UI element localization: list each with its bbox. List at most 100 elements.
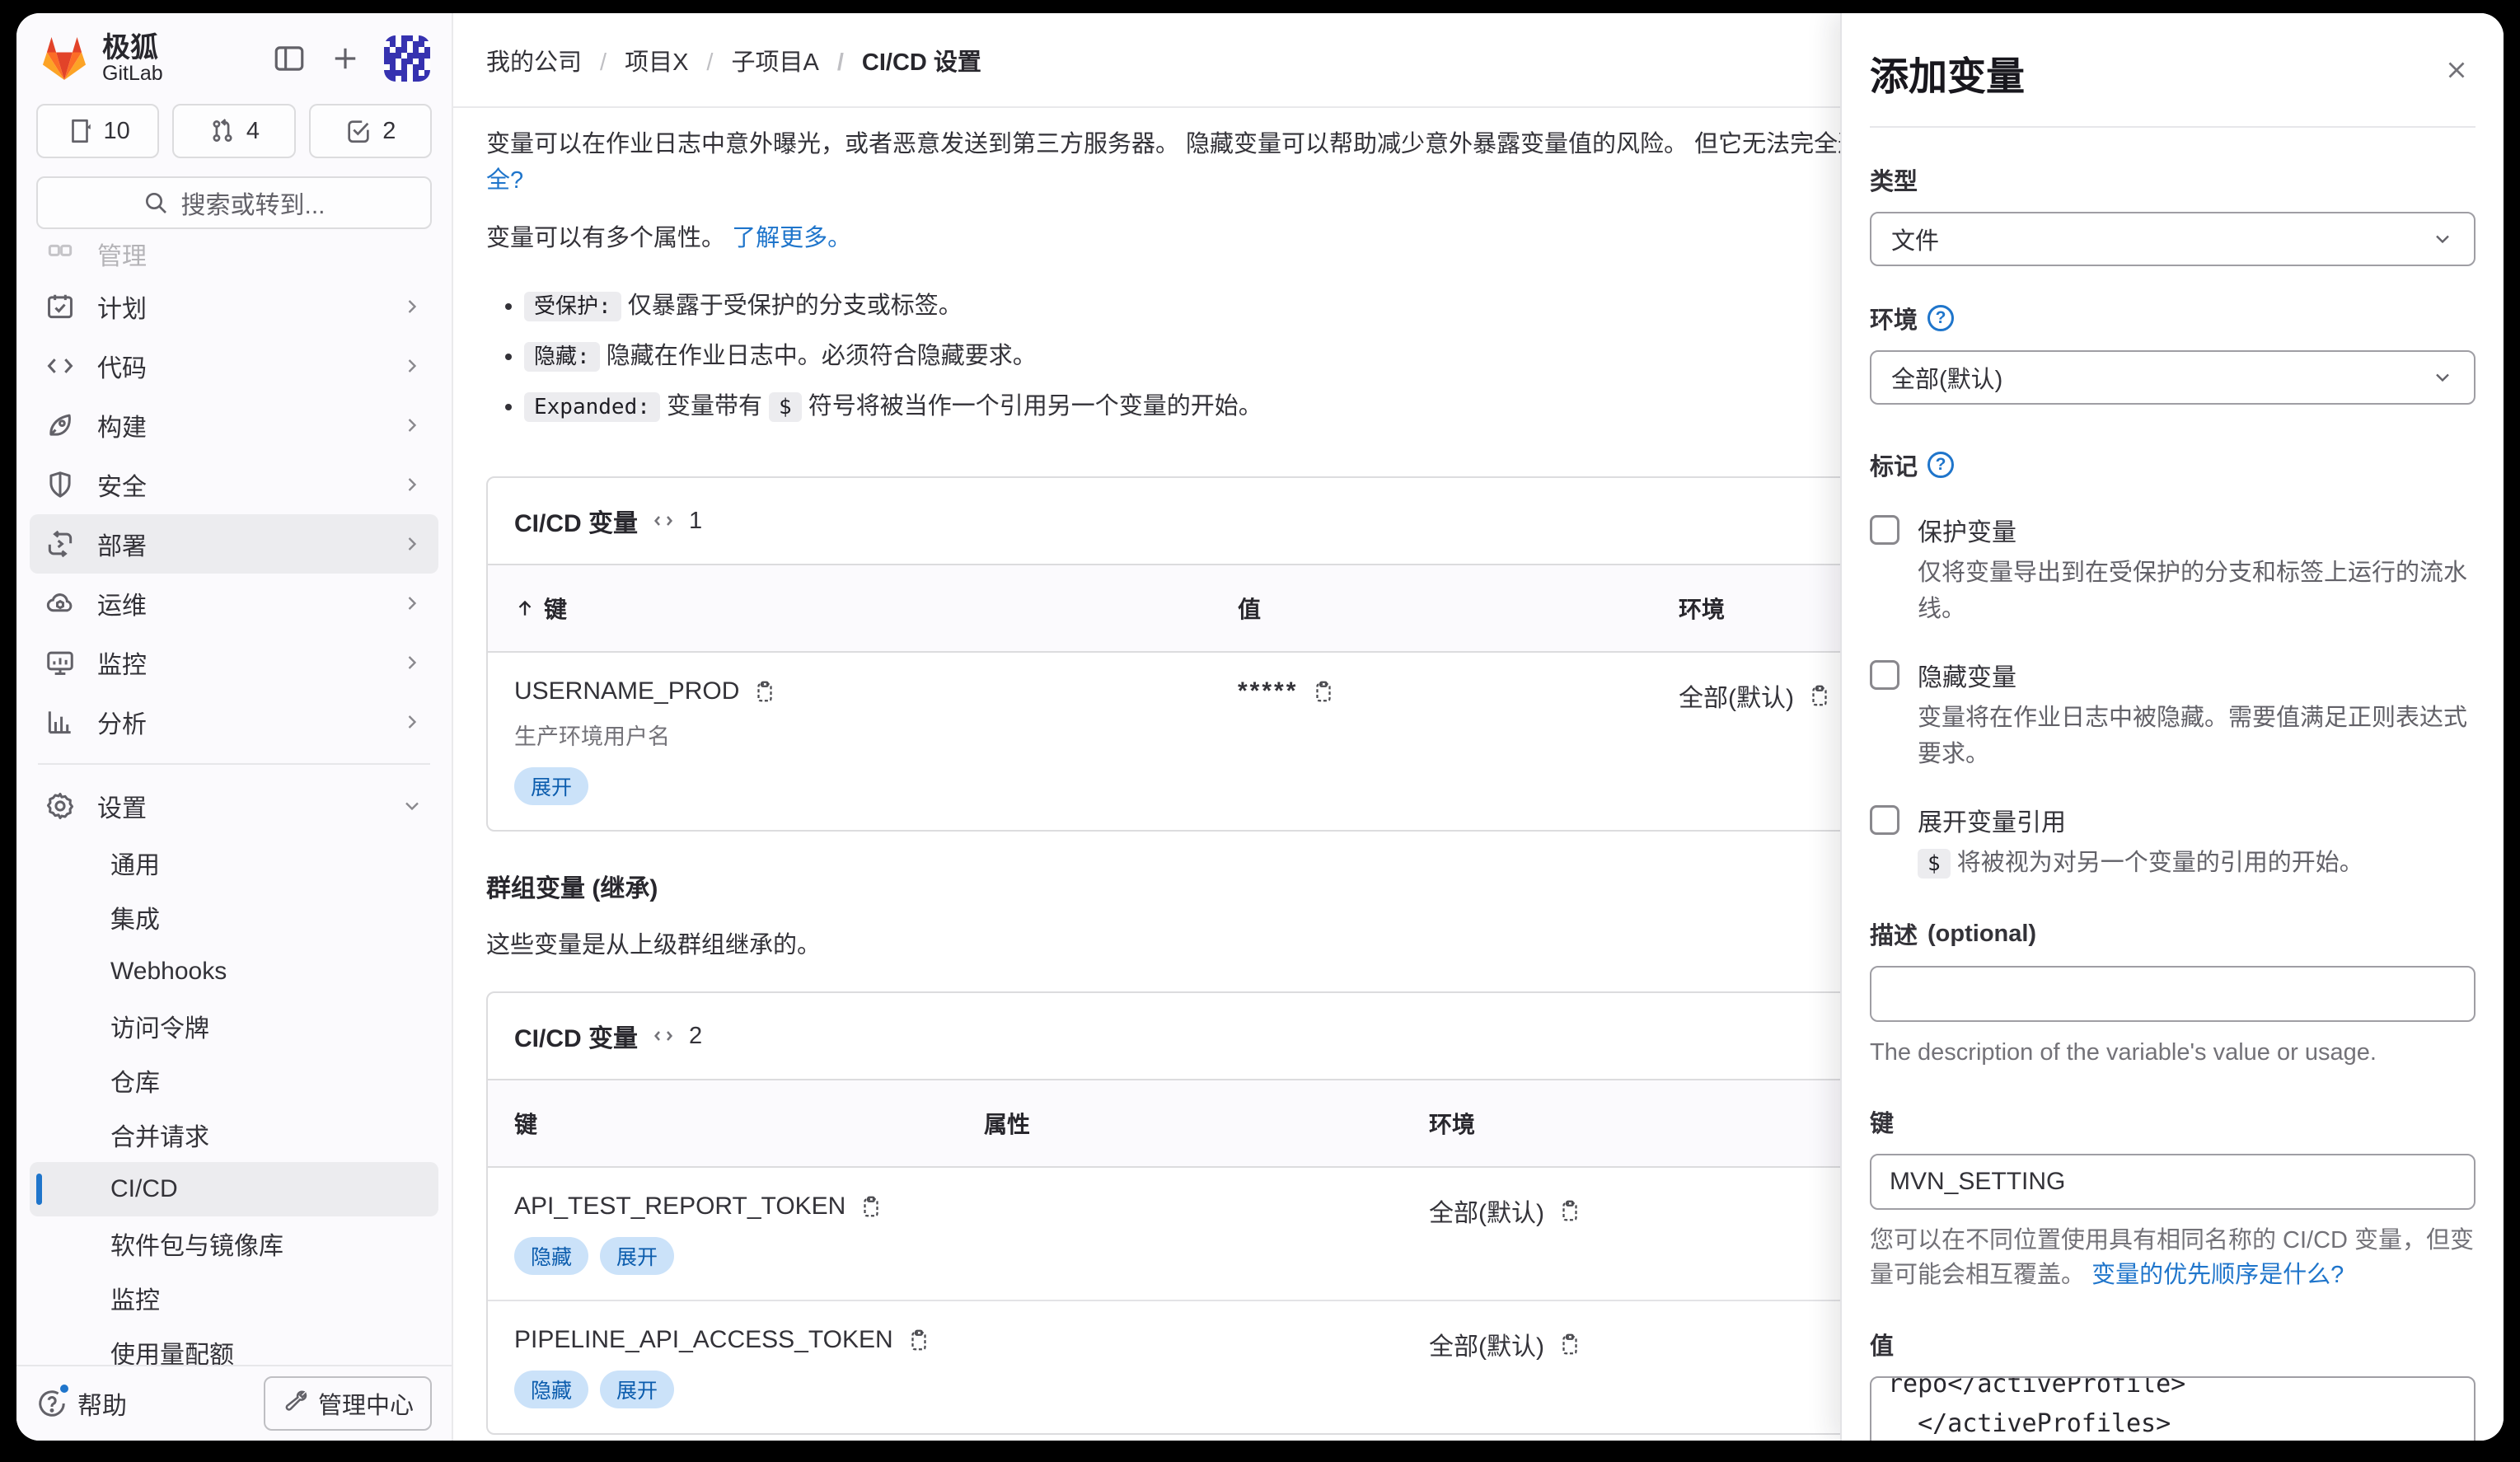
breadcrumb-item[interactable]: 我的公司 xyxy=(486,43,582,77)
copy-environment-icon[interactable] xyxy=(1807,682,1832,709)
chevron-right-icon xyxy=(400,532,424,555)
value-textarea[interactable]: repo</activeProfile> </activeProfiles> <… xyxy=(1870,1376,2476,1441)
issues-counter[interactable]: 10 xyxy=(36,104,159,158)
key-input[interactable] xyxy=(1870,1154,2476,1210)
settings-item-cicd[interactable]: CI/CD xyxy=(30,1162,438,1216)
key-label: 键 xyxy=(1870,1104,2476,1139)
masked-badge[interactable]: 隐藏 xyxy=(514,1237,588,1275)
sidebar-item-label: 代码 xyxy=(97,348,379,384)
help-button[interactable]: 帮助 xyxy=(36,1385,127,1422)
copy-environment-icon[interactable] xyxy=(1557,1197,1582,1224)
plan-calendar-icon xyxy=(44,291,76,322)
chevron-right-icon xyxy=(400,354,424,377)
settings-item-access-tokens[interactable]: 访问令牌 xyxy=(30,999,438,1053)
settings-item-label: 使用量配额 xyxy=(110,1334,234,1365)
flags-help-icon[interactable]: ? xyxy=(1927,452,1954,478)
close-drawer-button[interactable] xyxy=(2438,45,2476,96)
expanded-badge[interactable]: 展开 xyxy=(514,767,588,805)
expanded-badge[interactable]: 展开 xyxy=(600,1371,674,1408)
sidebar-item-build[interactable]: 构建 xyxy=(30,396,438,455)
value-label: 值 xyxy=(1870,1327,2476,1361)
settings-item-label: 合并请求 xyxy=(110,1117,209,1153)
breadcrumb-item[interactable]: 子项目A xyxy=(688,43,818,77)
gitlab-fox-logo-icon xyxy=(38,33,91,84)
flags-label: 标记 ? xyxy=(1870,448,2476,482)
protect-variable-label[interactable]: 保护变量 xyxy=(1918,512,2476,548)
app-window: 极狐 GitLab xyxy=(16,13,2504,1441)
copy-environment-icon[interactable] xyxy=(1557,1331,1582,1357)
attribute-text: 变量带有 xyxy=(667,393,762,419)
drawer-title: 添加变量 xyxy=(1870,45,2025,101)
sidebar-item-security[interactable]: 安全 xyxy=(30,455,438,514)
environments-help-icon[interactable]: ? xyxy=(1927,305,1954,331)
admin-area-button[interactable]: 管理中心 xyxy=(264,1376,432,1431)
variable-description: 生产环境用户名 xyxy=(514,719,1238,751)
variable-key: API_TEST_REPORT_TOKEN xyxy=(514,1193,845,1221)
settings-item-integrations[interactable]: 集成 xyxy=(30,890,438,944)
breadcrumb-item[interactable]: 项目X xyxy=(582,43,688,77)
variables-intro-text: 变量可以在作业日志中意外曝光，或者恶意发送到第三方服务器。 隐藏变量可以帮助减少… xyxy=(486,126,1920,162)
sidebar-item-label: 部署 xyxy=(97,526,379,562)
sidebar-item-operate[interactable]: 运维 xyxy=(30,574,438,633)
settings-item-usage-quotas[interactable]: 使用量配额 xyxy=(30,1325,438,1365)
settings-item-label: 访问令牌 xyxy=(110,1008,209,1044)
safer-variables-link[interactable]: 全? xyxy=(486,167,523,194)
sidebar-item-label: 分析 xyxy=(97,704,379,740)
todos-counter[interactable]: 2 xyxy=(309,104,432,158)
type-select[interactable]: 文件 xyxy=(1870,212,2476,266)
sidebar-item-plan[interactable]: 计划 xyxy=(30,277,438,336)
masked-chip: 隐藏: xyxy=(524,342,600,372)
learn-more-link[interactable]: 了解更多。 xyxy=(732,225,851,251)
settings-item-webhooks[interactable]: Webhooks xyxy=(30,944,438,999)
mask-variable-checkbox[interactable] xyxy=(1870,660,1899,690)
environments-select[interactable]: 全部(默认) xyxy=(1870,350,2476,405)
sidebar-item-monitor[interactable]: 监控 xyxy=(30,633,438,692)
merge-requests-counter[interactable]: 4 xyxy=(172,104,295,158)
protect-variable-checkbox[interactable] xyxy=(1870,515,1899,545)
merge-request-icon xyxy=(208,117,237,145)
dollar-chip: $ xyxy=(1918,849,1951,879)
search-or-go-to[interactable]: 搜索或转到... xyxy=(36,176,432,229)
sidebar-item-analyze[interactable]: 分析 xyxy=(30,692,438,752)
super-sidebar: 极狐 GitLab xyxy=(16,13,453,1441)
brand-logo[interactable]: 极狐 GitLab xyxy=(38,33,272,84)
description-input[interactable] xyxy=(1870,966,2476,1022)
settings-item-label: 监控 xyxy=(110,1280,160,1316)
chevron-right-icon xyxy=(400,710,424,733)
variable-value-masked: ***** xyxy=(1238,677,1298,705)
settings-item-repository[interactable]: 仓库 xyxy=(30,1053,438,1108)
copy-value-icon[interactable] xyxy=(1311,678,1336,705)
sidebar-item-deploy[interactable]: 部署 xyxy=(30,514,438,574)
collapse-sidebar-button[interactable] xyxy=(272,41,307,76)
settings-item-label: 通用 xyxy=(110,845,160,881)
sidebar-item-code[interactable]: 代码 xyxy=(30,336,438,396)
copy-key-icon[interactable] xyxy=(859,1193,883,1220)
create-new-button[interactable] xyxy=(328,41,363,76)
sidebar-item-settings[interactable]: 设置 xyxy=(30,776,438,836)
copy-key-icon[interactable] xyxy=(906,1327,931,1353)
expanded-badge[interactable]: 展开 xyxy=(600,1237,674,1275)
copy-key-icon[interactable] xyxy=(752,678,777,705)
settings-item-monitor[interactable]: 监控 xyxy=(30,1271,438,1325)
sort-ascending-icon[interactable] xyxy=(514,597,536,619)
column-attributes: 属性 xyxy=(984,1107,1429,1140)
masked-badge[interactable]: 隐藏 xyxy=(514,1371,588,1408)
expand-variable-checkbox[interactable] xyxy=(1870,805,1899,835)
protect-variable-description: 仅将变量导出到在受保护的分支和标签上运行的流水线。 xyxy=(1918,555,2476,627)
attribute-text: 符号将被当作一个引用另一个变量的开始。 xyxy=(808,393,1262,419)
settings-item-general[interactable]: 通用 xyxy=(30,836,438,890)
expanded-chip: Expanded: xyxy=(524,392,660,422)
column-key[interactable]: 键 xyxy=(544,592,567,625)
mask-variable-label[interactable]: 隐藏变量 xyxy=(1918,657,2476,693)
user-avatar[interactable] xyxy=(384,35,430,82)
sidebar-item-manage[interactable]: 管理 xyxy=(30,241,438,277)
group-variables-card: CI/CD 变量 2 键 属性 环境 API_TEST_REPORT_TOKEN xyxy=(486,991,1920,1435)
help-notification-dot xyxy=(58,1382,71,1395)
expand-variable-label[interactable]: 展开变量引用 xyxy=(1918,802,2363,838)
dollar-chip: $ xyxy=(769,392,802,422)
settings-item-merge-requests[interactable]: 合并请求 xyxy=(30,1108,438,1162)
settings-item-packages-registries[interactable]: 软件包与镜像库 xyxy=(30,1216,438,1271)
sidebar-item-label: 构建 xyxy=(97,407,379,443)
variables-count: 2 xyxy=(689,1023,702,1050)
variable-precedence-link[interactable]: 变量的优先顺序是什么? xyxy=(2091,1262,2344,1288)
